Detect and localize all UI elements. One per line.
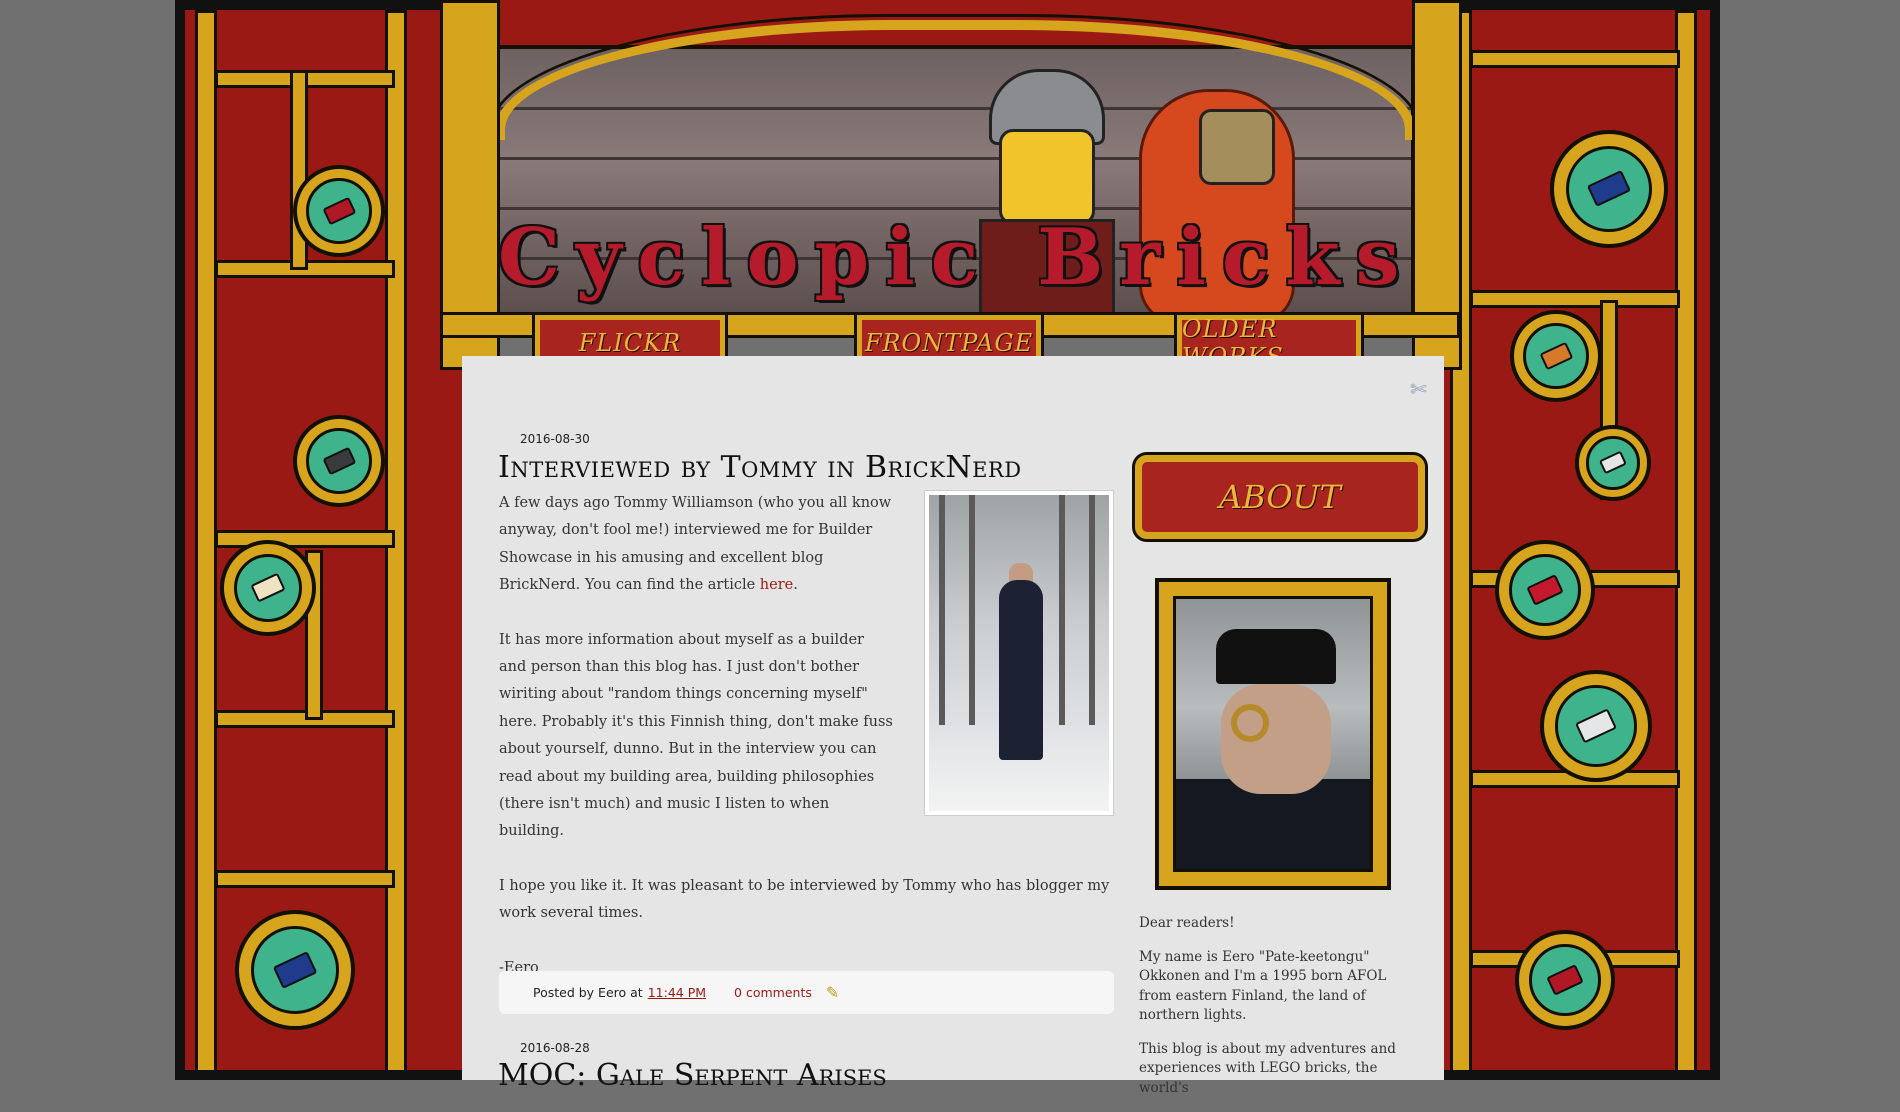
about-banner: ABOUT	[1132, 452, 1428, 542]
post-date: 2016-08-30	[520, 432, 590, 446]
red-brick-icon	[1546, 964, 1584, 996]
post-body: A few days ago Tommy Williamson (who you…	[499, 490, 1119, 1009]
porthole	[235, 910, 355, 1030]
porthole	[220, 540, 316, 636]
porthole	[1495, 540, 1595, 640]
pipe	[215, 530, 395, 548]
left-decorative-frame	[175, 0, 465, 1080]
porthole	[293, 415, 385, 507]
face	[1221, 684, 1331, 794]
post-date: 2016-08-28	[520, 1041, 590, 1055]
pipe	[215, 870, 395, 888]
porthole	[1550, 130, 1668, 248]
post-text: A few days ago Tommy Williamson (who you…	[499, 495, 892, 594]
blue-brick-icon	[1587, 170, 1631, 208]
pipe	[195, 10, 217, 1070]
porthole	[1540, 670, 1652, 782]
red-brick-icon	[321, 196, 356, 226]
pipe	[1470, 290, 1680, 308]
white-part-icon	[1599, 451, 1627, 475]
face	[999, 129, 1095, 225]
porthole	[1575, 425, 1651, 501]
red-brick-icon	[1526, 574, 1564, 606]
about-paragraph: Dear readers!	[1139, 915, 1235, 931]
wrench-screwdriver-icon[interactable]: ✄	[1410, 378, 1432, 400]
posted-by-label: Posted by Eero at	[533, 985, 643, 1000]
post-time-link[interactable]: 11:44 PM	[648, 985, 706, 1000]
about-text: Dear readers! My name is Eero "Pate-keet…	[1139, 914, 1404, 1112]
right-decorative-frame	[1430, 0, 1720, 1080]
pipe	[1675, 10, 1697, 1070]
post-title[interactable]: Interviewed by Tommy in BrickNerd	[498, 450, 1022, 485]
white-part-icon	[1575, 708, 1617, 744]
site-title[interactable]: Cyclopic Bricks	[498, 212, 1415, 303]
author-portrait-frame	[1155, 578, 1391, 890]
dark-brick-icon	[321, 446, 356, 476]
post-paragraph: A few days ago Tommy Williamson (who you…	[499, 490, 894, 600]
orange-brick-icon	[1538, 341, 1573, 371]
page: Cyclopic Bricks FLICKR FRONTPAGE OLDER W…	[0, 0, 1900, 1096]
post-paragraph: It has more information about myself as …	[499, 631, 893, 840]
monocle-icon	[1231, 704, 1269, 742]
porthole	[293, 165, 385, 257]
punctuation: .	[793, 577, 798, 594]
porthole	[1515, 930, 1615, 1030]
comments-link[interactable]: 0 comments	[734, 985, 812, 1000]
pencil-icon[interactable]: ✎	[826, 983, 839, 1002]
about-paragraph: This blog is about my adventures and exp…	[1139, 1040, 1396, 1096]
pipe	[1470, 50, 1680, 68]
tan-brick-icon	[250, 572, 286, 604]
cap	[1216, 629, 1336, 684]
about-paragraph: My name is Eero "Pate-keetongu" Okkonen …	[1139, 948, 1387, 1024]
post-footer: Posted by Eero at 11:44 PM 0 comments ✎	[499, 971, 1114, 1014]
author-portrait-image	[1173, 596, 1373, 872]
post-title[interactable]: MOC: Gale Serpent Arises	[498, 1058, 887, 1093]
post-paragraph: I hope you like it. It was pleasant to b…	[499, 877, 1110, 922]
article-link[interactable]: here	[760, 577, 793, 593]
porthole	[1510, 310, 1602, 402]
blue-brick-icon	[272, 951, 318, 989]
